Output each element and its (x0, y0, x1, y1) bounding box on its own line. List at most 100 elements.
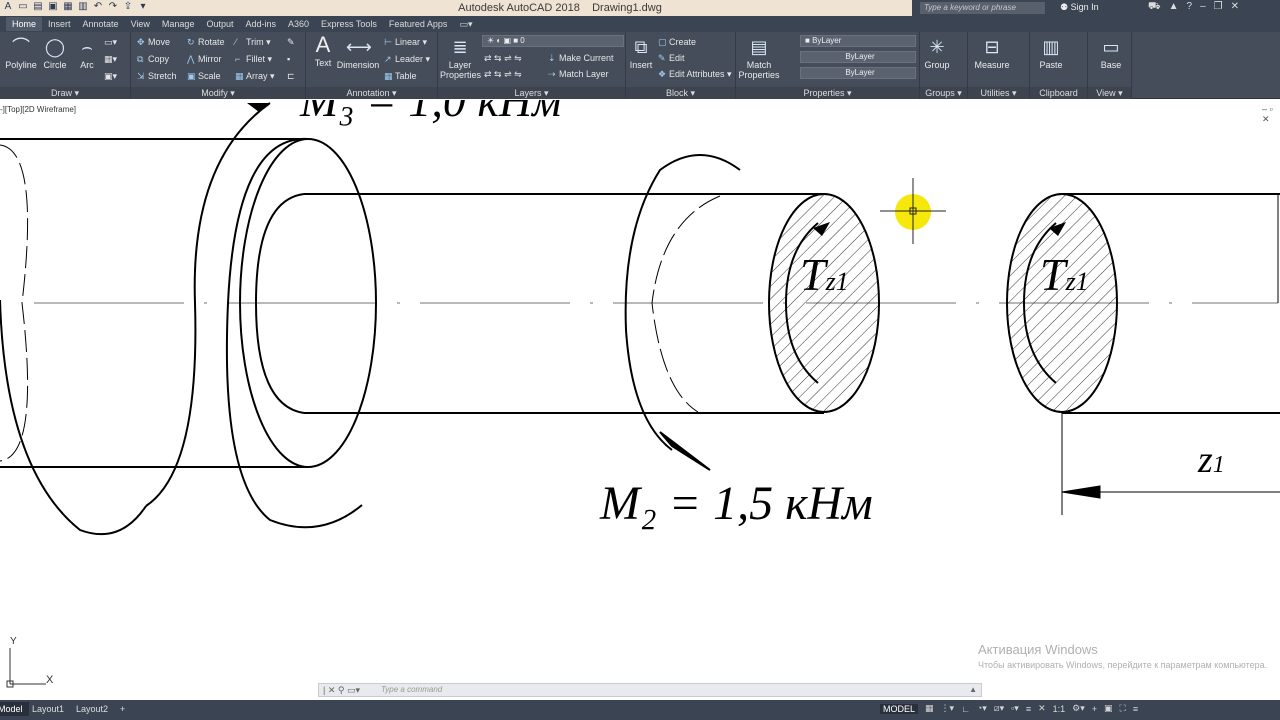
text-button[interactable]: A Text (310, 34, 336, 69)
erase-icon[interactable]: ✎ (287, 37, 295, 48)
tab-output[interactable]: Output (200, 17, 239, 31)
offset-icon[interactable]: ⊏ (287, 71, 295, 82)
modify-panel-title[interactable]: Modify ▾ (131, 87, 305, 99)
tab-view[interactable]: View (125, 17, 156, 31)
viewport-controls-label[interactable]: -][Top][2D Wireframe] (0, 105, 76, 114)
snap-icon[interactable]: ⋮▾ (941, 703, 955, 714)
tab-express-tools[interactable]: Express Tools (315, 17, 383, 31)
utilities-panel-title[interactable]: Utilities ▾ (968, 87, 1029, 99)
layer-tools-row-1[interactable]: ⇄ ⇆ ⇌ ⇋ (484, 53, 522, 64)
stretch-button[interactable]: ⇲ Stretch (137, 71, 177, 82)
polar-icon[interactable]: ◔▾ (977, 703, 987, 714)
maximize-icon[interactable]: ❐ (1214, 1, 1223, 14)
layers-panel-title[interactable]: Layers ▾ (438, 87, 625, 99)
lineweight-icon[interactable]: ≡ (1026, 704, 1031, 714)
clipboard-panel-title[interactable]: Clipboard (1030, 87, 1087, 99)
tab-home[interactable]: Home (6, 17, 43, 31)
paste-button[interactable]: ▥ Paste (1036, 36, 1066, 70)
tab-manage[interactable]: Manage (156, 17, 201, 31)
tab-annotate[interactable]: Annotate (77, 17, 125, 31)
isodraft-icon[interactable]: ⧄▾ (994, 703, 1004, 714)
leader-button[interactable]: ↗ Leader ▾ (384, 54, 430, 65)
create-block-button[interactable]: ▢ Create (658, 37, 696, 48)
draw-panel-title[interactable]: Draw ▾ (0, 87, 130, 99)
cart-icon[interactable]: ⛟ (1148, 1, 1161, 14)
grid-icon[interactable]: ▦ (925, 703, 934, 714)
group-button[interactable]: ✳ Group (922, 36, 952, 70)
hatch-icon[interactable]: ▦▾ (104, 54, 117, 65)
properties-panel-title[interactable]: Properties ▾ (736, 87, 919, 99)
tab-layout2[interactable]: Layout2 (70, 702, 114, 716)
explode-icon[interactable]: ▪ (287, 54, 290, 64)
tab-add-ins[interactable]: Add-ins (239, 17, 282, 31)
settings-icon[interactable]: ⚙▾ (1072, 703, 1085, 714)
tab-layout1[interactable]: Layout1 (26, 702, 70, 716)
plus-icon[interactable]: + (1092, 704, 1097, 714)
copy-button[interactable]: ⧉ Copy (137, 54, 169, 65)
fullscreen-icon[interactable]: ⛶ (1120, 703, 1126, 714)
tab-a360[interactable]: A360 (282, 17, 315, 31)
color-dropdown[interactable]: ■ ByLayer (800, 35, 916, 47)
tab-overflow-icon[interactable]: ▭▾ (453, 17, 478, 31)
view-panel-title[interactable]: View ▾ (1088, 87, 1131, 99)
tab-insert[interactable]: Insert (42, 17, 77, 31)
match-layer-button[interactable]: ⇢ Match Layer (548, 69, 609, 80)
rectangle-icon[interactable]: ▭▾ (104, 37, 117, 48)
match-properties-button[interactable]: ▤ Match Properties (738, 36, 780, 80)
modify-title: Modify (201, 88, 228, 98)
annotation-scale-icon[interactable]: ✕ (1038, 703, 1046, 714)
small-shaft (254, 193, 824, 414)
insert-button[interactable]: ⧉ Insert (628, 36, 654, 70)
command-expand-icon[interactable]: ▲ (969, 684, 977, 696)
customize-icon[interactable]: ≡ (1133, 704, 1138, 714)
arc-button[interactable]: ⌢ Arc (74, 36, 100, 70)
groups-panel-title[interactable]: Groups ▾ (920, 87, 967, 99)
command-line[interactable]: | ✕ ⚲ ▭▾ Type a command ▲ (318, 683, 982, 697)
model-space-button[interactable]: MODEL (880, 703, 919, 714)
make-current-button[interactable]: ⇣ Make Current (548, 53, 614, 64)
search-input[interactable]: Type a keyword or phrase (920, 2, 1045, 14)
ortho-icon[interactable]: ∟ (961, 704, 970, 714)
command-input[interactable]: Type a command (381, 684, 442, 696)
annotation-panel-title[interactable]: Annotation ▾ (306, 87, 437, 99)
minimize-icon[interactable]: – (1200, 1, 1206, 14)
edit-attributes-button[interactable]: ❖ Edit Attributes ▾ (658, 69, 732, 80)
polyline-button[interactable]: ⌒ Polyline (4, 36, 38, 70)
linear-button[interactable]: ⊢ Linear ▾ (384, 37, 427, 48)
drawing-svg[interactable] (0, 100, 1280, 700)
circle-button[interactable]: ◯ Circle (40, 36, 70, 70)
layer-properties-button[interactable]: ≣ Layer Properties (440, 36, 481, 80)
linetype-dropdown[interactable]: ByLayer (800, 51, 916, 63)
autodesk-icon[interactable]: ▲ (1169, 1, 1179, 14)
array-button[interactable]: ▦ Array ▾ (235, 71, 275, 82)
add-layout-icon[interactable]: + (114, 702, 131, 716)
mirror-button[interactable]: ⋀ Mirror (187, 54, 222, 65)
move-button[interactable]: ✥ Move (137, 37, 170, 48)
block-panel-title[interactable]: Block ▾ (626, 87, 735, 99)
ucs-icon: Y X (6, 636, 56, 692)
scale-button[interactable]: 1:1 (1053, 704, 1066, 714)
dimension-button[interactable]: ⟷ Dimension (336, 36, 380, 70)
base-button[interactable]: ▭ Base (1096, 36, 1126, 70)
layer-dropdown[interactable]: ☀ ◐ ▣ ■ 0 (482, 35, 624, 47)
close-icon[interactable]: ✕ (1231, 1, 1239, 14)
trim-button[interactable]: ⁄ Trim ▾ (235, 37, 271, 48)
drawing-canvas[interactable]: M₃ = 1,0 кНм M₂ = 1,5 кНм Tz1 Tz1 z1 (0, 100, 1280, 700)
help-icon[interactable]: ? (1187, 1, 1193, 14)
table-button[interactable]: ▦ Table (384, 71, 417, 82)
hardware-icon[interactable]: ▣ (1104, 703, 1113, 714)
lineweight-dropdown[interactable]: ByLayer (800, 67, 916, 79)
command-line-icons[interactable]: | ✕ ⚲ ▭▾ (323, 684, 360, 696)
rotate-button[interactable]: ↻ Rotate (187, 37, 225, 48)
boundary-icon[interactable]: ▣▾ (104, 71, 117, 82)
layer-tools-row-2[interactable]: ⇄ ⇆ ⇌ ⇋ (484, 69, 522, 80)
viewport-window-controls[interactable]: – ▫ ✕ (1262, 104, 1280, 125)
sign-in-button[interactable]: ⚉ Sign In (1060, 2, 1099, 13)
measure-button[interactable]: ⊟ Measure (972, 36, 1012, 70)
tab-model[interactable]: Model (0, 702, 29, 716)
scale-button[interactable]: ▣ Scale (187, 71, 221, 82)
edit-block-button[interactable]: ✎ Edit (658, 53, 685, 64)
osnap-icon[interactable]: ▫▾ (1011, 703, 1019, 714)
fillet-button[interactable]: ⌐ Fillet ▾ (235, 54, 272, 65)
tab-featured-apps[interactable]: Featured Apps (383, 17, 454, 31)
